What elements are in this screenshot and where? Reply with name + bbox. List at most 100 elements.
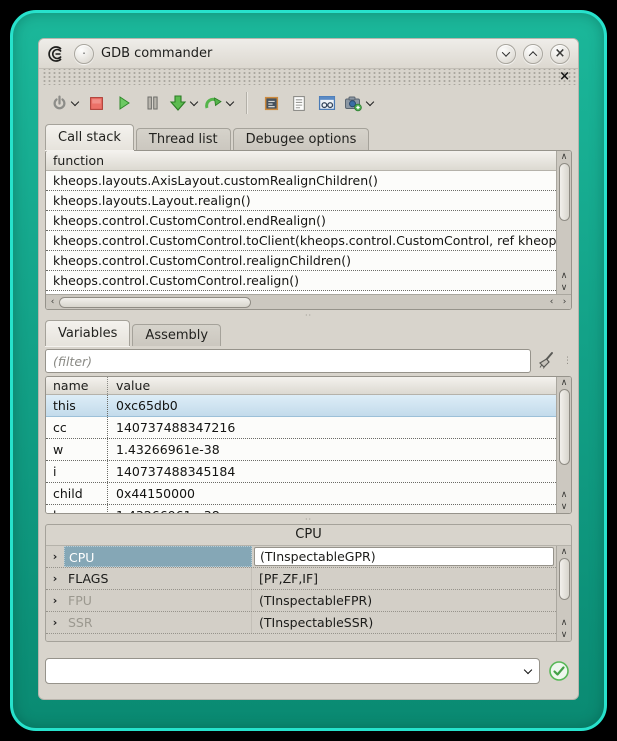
scrollbar-thumb[interactable] [559,558,570,600]
call-stack-row[interactable]: kheops.control.CustomControl.endRealign(… [46,211,556,231]
scroll-up-icon[interactable]: ∧ [558,377,571,389]
chevron-down-icon [524,665,532,673]
dock-close-icon[interactable]: × [559,69,570,85]
scrollbar-thumb[interactable] [559,163,570,221]
scroll-left-icon[interactable]: ‹ [46,296,59,308]
watch-window-button[interactable] [314,89,340,117]
expander-icon[interactable]: › [46,546,64,567]
desktop-background: · GDB commander × × [0,0,617,741]
toolbar-separator [246,92,248,114]
combobox-dropdown-button[interactable] [517,669,539,673]
cpu-register-row[interactable]: › CPU (TInspectableGPR) [46,546,556,568]
window-title: GDB commander [101,46,212,61]
variable-row[interactable]: cc 140737488347216 [46,417,556,439]
column-header-name[interactable]: name [46,377,108,394]
expander-icon[interactable]: › [46,612,64,633]
stop-icon [89,96,104,111]
call-stack-row[interactable]: kheops.control.CustomControl.realign() [46,271,556,291]
panel-splitter[interactable]: ·· [39,514,578,524]
call-stack-row[interactable]: kheops.layouts.Layout.realign() [46,191,556,211]
execute-check-button[interactable] [548,660,570,682]
variable-row[interactable]: this 0xc65db0 [46,395,556,417]
variable-row[interactable]: w 1.43266961e-38 [46,439,556,461]
call-stack-row[interactable]: kheops.control.CustomControl.toClient(kh… [46,231,556,251]
scroll-up-icon[interactable]: ∧ [558,270,571,282]
tab-debugee-options[interactable]: Debugee options [233,128,370,150]
step-over-menu-chevron-icon[interactable] [226,98,234,106]
stop-button[interactable] [83,89,109,117]
expander-icon[interactable]: › [46,590,64,611]
scroll-down-icon[interactable]: ∨ [558,629,571,641]
call-stack-row[interactable]: kheops.layouts.AxisLayout.customRealignC… [46,171,556,191]
play-icon [116,95,132,111]
cpu-register-row[interactable]: › FPU (TInspectableFPR) [46,590,556,612]
variable-row[interactable]: b 1.43266961e-38 [46,505,556,513]
pause-icon [145,95,160,111]
variables-panel: name value this 0xc65db0 cc 140737488347… [45,376,572,514]
filter-input[interactable] [45,349,531,373]
tab-variables[interactable]: Variables [45,320,130,346]
panel-splitter[interactable]: ·· [39,310,578,320]
scroll-up-icon[interactable]: ∧ [558,546,571,558]
variables-header-row[interactable]: name value [46,377,556,395]
stack-tab-bar: Call stack Thread list Debugee options [39,124,578,150]
document-list-icon [291,95,307,112]
command-combobox[interactable] [45,658,540,684]
variables-vertical-scrollbar[interactable]: ∧ ∧ ∨ [556,377,571,513]
cpu-view-button[interactable] [258,89,284,117]
filter-row: ⋮ [45,348,572,374]
call-stack-column-header[interactable]: function [46,151,556,171]
call-stack-panel: function kheops.layouts.AxisLayout.custo… [45,150,572,310]
pause-button[interactable] [139,89,165,117]
scroll-left-icon[interactable]: ‹ [545,296,558,308]
title-bar[interactable]: · GDB commander × [39,39,578,69]
cpu-inspector-group: CPU › CPU (TInspectableGPR) › FLAGS [PF,… [45,524,572,642]
variable-row[interactable]: child 0x44150000 [46,483,556,505]
expander-icon[interactable]: › [46,568,64,589]
camera-add-icon [344,95,363,112]
snapshot-button[interactable] [342,89,376,117]
scrollbar-thumb[interactable] [59,297,251,308]
scroll-right-icon[interactable]: › [558,296,571,308]
output-list-button[interactable] [286,89,312,117]
splitter-grip-icon[interactable]: ⋮ [563,357,572,365]
float-button[interactable] [496,44,516,64]
scroll-up-icon[interactable]: ∧ [558,617,571,629]
power-icon [51,95,68,112]
scroll-up-icon[interactable]: ∧ [558,151,571,163]
call-stack-vertical-scrollbar[interactable]: ∧ ∧ ∨ [556,151,571,294]
clear-filter-broom-icon[interactable] [536,350,558,372]
close-button[interactable]: × [550,44,570,64]
tab-call-stack[interactable]: Call stack [45,124,134,150]
column-header-value[interactable]: value [108,377,556,394]
cpu-value-editor[interactable]: (TInspectableGPR) [254,547,554,566]
step-into-menu-chevron-icon[interactable] [190,98,198,106]
command-input[interactable] [46,660,517,682]
cpu-chip-icon [263,95,280,112]
variable-row[interactable]: i 140737488345184 [46,461,556,483]
call-stack-horizontal-scrollbar[interactable]: ‹ ‹ › [46,294,571,309]
gdb-commander-window: · GDB commander × × [38,38,579,700]
power-button[interactable] [49,89,81,117]
scroll-up-icon[interactable]: ∧ [558,489,571,501]
dock-handle[interactable]: × [41,69,576,85]
scroll-down-icon[interactable]: ∨ [558,501,571,513]
window-menu-button[interactable]: · [74,44,94,64]
tab-assembly[interactable]: Assembly [132,324,221,346]
power-menu-chevron-icon[interactable] [71,98,79,106]
tab-thread-list[interactable]: Thread list [136,128,231,150]
step-into-arrow-icon [169,94,187,112]
scrollbar-thumb[interactable] [559,389,570,465]
step-into-button[interactable] [167,89,200,117]
cpu-register-row[interactable]: › SSR (TInspectableSSR) [46,612,556,634]
window-frame: · GDB commander × × [10,10,607,731]
call-stack-row[interactable]: kheops.control.CustomControl.realignChil… [46,251,556,271]
cpu-register-row[interactable]: › FLAGS [PF,ZF,IF] [46,568,556,590]
shade-button[interactable] [523,44,543,64]
step-over-button[interactable] [202,89,236,117]
run-button[interactable] [111,89,137,117]
scroll-down-icon[interactable]: ∨ [558,282,571,294]
snapshot-menu-chevron-icon[interactable] [366,98,374,106]
splitter-grip-icon: ·· [305,515,312,524]
cpu-vertical-scrollbar[interactable]: ∧ ∧ ∨ [556,546,571,641]
